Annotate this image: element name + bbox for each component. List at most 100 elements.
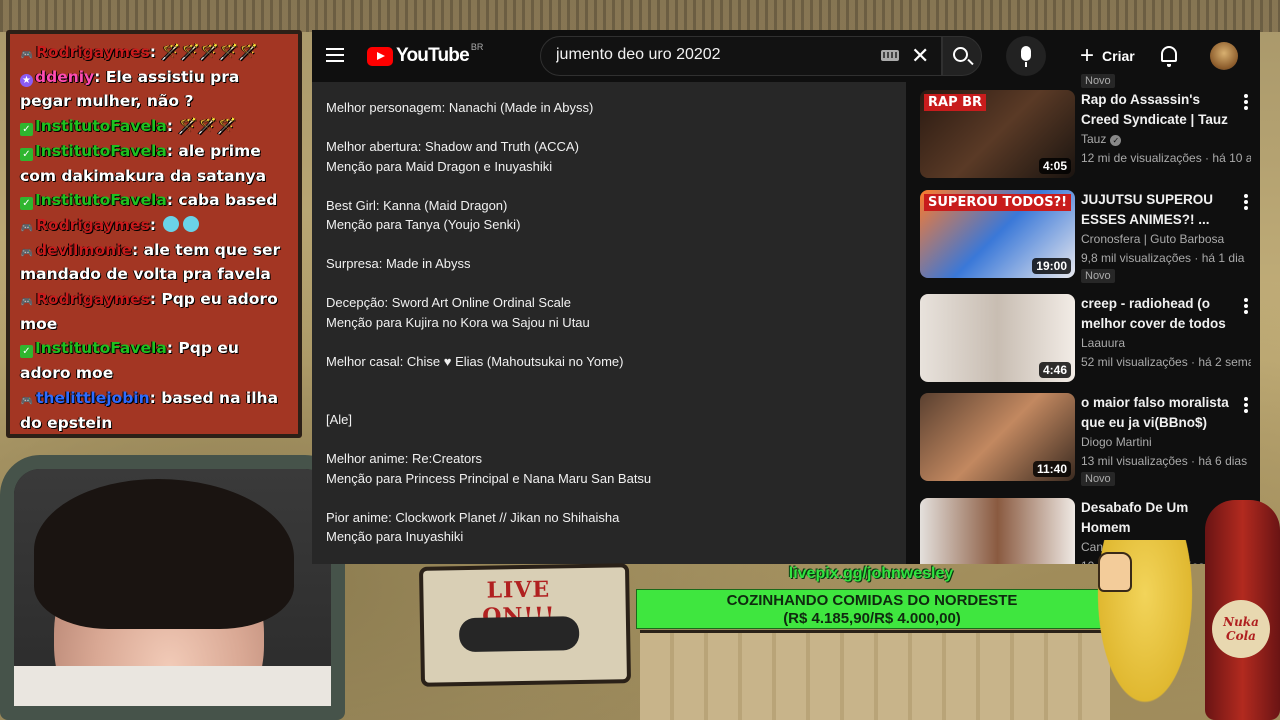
hamburger-menu-icon[interactable] (326, 48, 344, 62)
create-button[interactable]: + Criar (1072, 40, 1143, 72)
check-badge-icon: ✓ (20, 197, 33, 211)
chat-message: 🎮 Rodrigaymes: Pqp eu adoro moe (20, 290, 278, 333)
chat-username[interactable]: Rodrigaymes (36, 216, 150, 234)
channel-name[interactable]: Cronosfera | Guto Barbosa (1081, 232, 1224, 246)
description-line: Decepção: Sword Art Online Ordinal Scale (326, 295, 571, 310)
channel-name-text: Diogo Martini (1081, 435, 1152, 449)
new-badge: Novo (1081, 472, 1115, 486)
emote-icon (163, 215, 180, 232)
notifications-bell-icon[interactable] (1161, 46, 1177, 67)
controller-badge-icon: 🎮 (20, 247, 34, 259)
recommended-video-item[interactable]: 11:40 o maior falso moralista que eu ja v… (920, 393, 1260, 489)
chat-message: ★ ddeniy: Ele assistiu pra pegar mulher, … (20, 67, 240, 111)
more-options-icon[interactable] (1244, 194, 1248, 210)
video-title[interactable]: creep - radiohead (o melhor cover de tod… (1081, 294, 1231, 333)
recommended-videos-list: Novo RAP BR 4:05 Rap do Assassin's Creed S… (920, 74, 1260, 564)
description-line: Best Girl: Kanna (Maid Dragon) (326, 197, 508, 213)
video-thumbnail[interactable]: 4:46 (920, 294, 1075, 382)
chat-message-text: caba based (178, 191, 278, 210)
chat-message: ✓ InstitutoFavela: Pqp eu adoro moe (20, 339, 239, 383)
controller-badge-icon: 🎮 (20, 50, 34, 61)
keyboard-icon[interactable] (881, 50, 899, 61)
video-title[interactable]: o maior falso moralista que eu ja vi(BBn… (1081, 393, 1231, 432)
clear-search-icon[interactable]: ✕ (911, 44, 929, 68)
chat-username[interactable]: InstitutoFavela (35, 339, 167, 357)
more-options-icon[interactable] (1244, 397, 1248, 413)
country-code: BR (470, 42, 484, 52)
video-thumbnail[interactable]: SUPEROU TODOS?! 19:00 (920, 190, 1075, 278)
controller-badge-icon: 🎮 (20, 222, 34, 234)
donation-goal-bar: COZINHANDO COMIDAS DO NORDESTE (R$ 4.185… (636, 589, 1106, 629)
chat-username[interactable]: InstitutoFavela (35, 142, 167, 160)
chat-username[interactable]: ddeniy (35, 68, 94, 86)
video-thumbnail[interactable] (920, 498, 1075, 564)
chat-username[interactable]: Rodrigaymes (36, 43, 150, 61)
subscriber-badge-icon: ★ (20, 73, 33, 87)
search-input[interactable] (556, 46, 856, 64)
channel-name[interactable]: Diogo Martini (1081, 435, 1152, 449)
donation-goal-text: COZINHANDO COMIDAS DO NORDESTE (R$ 4.185… (637, 592, 1107, 628)
chat-message: 🎮 devilmonie: ale tem que ser mandado de … (20, 240, 281, 284)
video-title[interactable]: Rap do Assassin's Creed Syndicate | Tauz… (1081, 90, 1231, 129)
description-line: Melhor anime: Re:Creators (326, 451, 483, 466)
chat-username[interactable]: thelittlejobin (36, 389, 150, 407)
check-badge-icon: ✓ (20, 147, 33, 161)
chat-message: ✓ InstitutoFavela: caba based (20, 188, 292, 213)
description-line: Menção para Maid Dragon e Inuyashiki (326, 158, 553, 174)
description-scrollbar[interactable] (906, 82, 914, 564)
create-label: Criar (1102, 48, 1135, 64)
video-description: Melhor personagem: Nanachi (Made in Abys… (312, 82, 906, 564)
stream-chat-panel: 🎮 Rodrigaymes: 🪄🪄🪄🪄🪄 ★ ddeniy: Ele assistiu… (6, 30, 302, 438)
overlay-top-border (0, 0, 1280, 32)
channel-name-text: Cronosfera | Guto Barbosa (1081, 232, 1225, 246)
video-meta: 12 mi de visualizações · há 10 anos (1081, 151, 1251, 165)
channel-name-text: Tauz (1081, 132, 1107, 146)
more-options-icon[interactable] (1244, 298, 1248, 314)
user-avatar[interactable] (1210, 42, 1238, 70)
video-meta: 9,8 mil visualizações · há 1 dia (1081, 251, 1245, 265)
search-box: ✕ (540, 36, 942, 76)
streamer-hair (34, 479, 294, 629)
chat-username[interactable]: devilmonie (36, 241, 132, 259)
channel-name-text: Laauura (1081, 336, 1126, 350)
video-thumbnail[interactable]: 11:40 (920, 393, 1075, 481)
controller-badge-icon: 🎮 (20, 395, 34, 407)
chat-message-text: 🪄🪄🪄 (178, 117, 237, 136)
chat-message: ✓ InstitutoFavela: 🪄🪄🪄 (20, 114, 292, 139)
thumbs-up-icon (1098, 552, 1132, 592)
channel-name[interactable]: Laauura (1081, 336, 1125, 350)
nuka-cola-label: Nuka Cola (1212, 600, 1270, 658)
more-options-icon[interactable] (1244, 94, 1248, 110)
cassette-window (458, 616, 580, 653)
video-title[interactable]: JUJUTSU SUPEROU ESSES ANIMES?! ... (1081, 190, 1231, 229)
channel-name[interactable]: Tauz ✓ (1081, 132, 1122, 146)
recommended-video-item[interactable]: SUPEROU TODOS?! 19:00 JUJUTSU SUPEROU ESSE… (920, 190, 1260, 286)
chat-message: 🎮 Rodrigaymes: 🪄🪄🪄🪄🪄 (20, 43, 258, 61)
search-button[interactable] (942, 36, 982, 76)
youtube-play-icon (367, 46, 393, 66)
voice-search-button[interactable] (1006, 36, 1046, 76)
description-line: Surpresa: Made in Abyss (326, 256, 471, 271)
streamer-shirt (14, 666, 331, 706)
video-meta: 13 mil visualizações · há 6 dias (1081, 454, 1248, 468)
emote-icon (183, 215, 200, 232)
chat-username[interactable]: InstitutoFavela (35, 117, 167, 135)
youtube-logo[interactable]: YouTube BR (367, 42, 484, 67)
description-line: Melhor personagem: Nanachi (Made in Abys… (326, 100, 594, 115)
chat-username[interactable]: InstitutoFavela (35, 191, 167, 209)
recommended-video-item[interactable]: 4:46 creep - radiohead (o melhor cover de… (920, 294, 1260, 390)
thumbnail-caption: RAP BR (924, 94, 987, 111)
microphone-icon (1021, 46, 1031, 67)
youtube-wordmark: YouTube (396, 45, 470, 66)
chat-username[interactable]: Rodrigaymes (36, 290, 150, 308)
chat-message-text: 🪄🪄🪄🪄🪄 (161, 43, 258, 61)
new-badge: Novo (1081, 269, 1115, 283)
video-thumbnail[interactable]: RAP BR 4:05 (920, 90, 1075, 178)
chat-message: ✓ InstitutoFavela: ale prime com dakimaku… (20, 141, 267, 185)
recommended-video-item[interactable]: RAP BR 4:05 Rap do Assassin's Creed Syndic… (920, 90, 1260, 186)
